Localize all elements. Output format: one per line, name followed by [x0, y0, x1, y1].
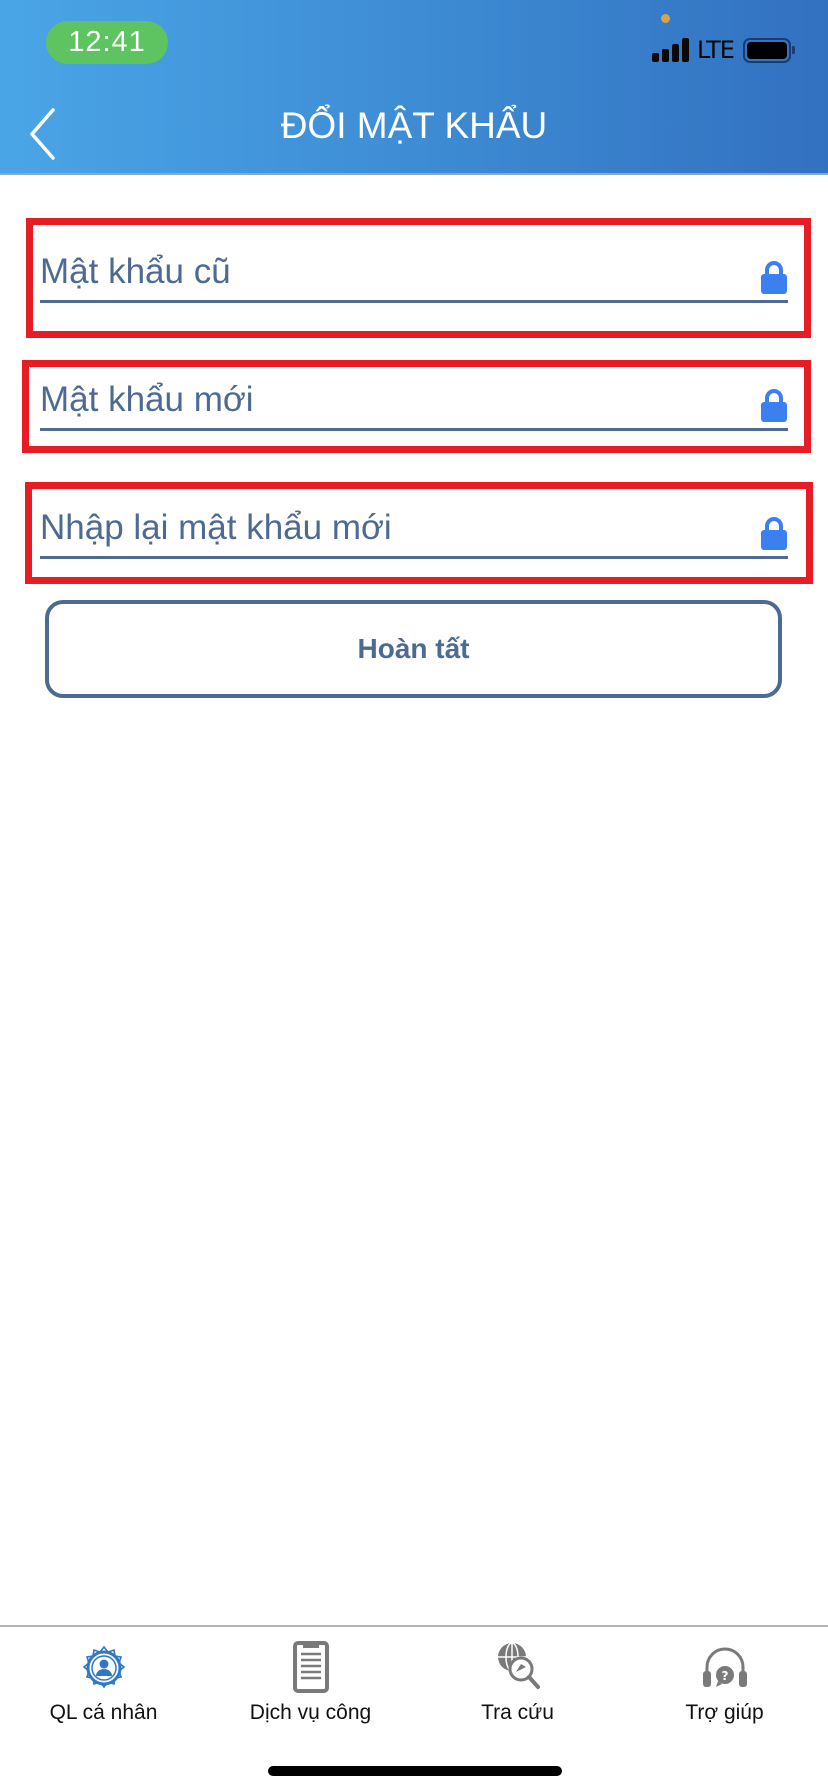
- confirm-password-field[interactable]: [40, 500, 788, 559]
- signal-strength-icon: [652, 38, 692, 62]
- confirm-password-input[interactable]: [40, 500, 720, 556]
- user-gear-icon: [82, 1645, 125, 1689]
- app-header: 12:41 LTE ĐỔI MẬT KHẨU: [0, 0, 828, 175]
- tab-personal[interactable]: QL cá nhân: [0, 1639, 207, 1734]
- clipboard-icon: [292, 1641, 329, 1693]
- home-indicator[interactable]: [268, 1766, 562, 1776]
- old-password-input[interactable]: [40, 244, 720, 300]
- svg-text:?: ?: [721, 1669, 728, 1683]
- tab-label: QL cá nhân: [49, 1701, 158, 1724]
- headset-help-icon: ?: [702, 1647, 747, 1687]
- new-password-field[interactable]: [40, 372, 788, 431]
- submit-button[interactable]: Hoàn tất: [45, 600, 782, 698]
- tab-label: Dịch vụ công: [249, 1701, 372, 1724]
- battery-tip: [792, 46, 795, 54]
- lock-icon: [761, 261, 787, 294]
- tab-help[interactable]: ? Trợ giúp: [621, 1639, 828, 1734]
- page-title: ĐỔI MẬT KHẨU: [280, 105, 548, 146]
- lock-icon: [761, 389, 787, 422]
- network-type: LTE: [697, 36, 735, 64]
- privacy-indicator-dot: [661, 14, 670, 23]
- tab-lookup[interactable]: Tra cứu: [414, 1639, 621, 1734]
- old-password-field[interactable]: [40, 244, 788, 303]
- battery-icon: [743, 38, 791, 63]
- lock-icon: [761, 517, 787, 550]
- tab-label: Tra cứu: [481, 1701, 554, 1724]
- new-password-input[interactable]: [40, 372, 720, 428]
- status-time: 12:41: [46, 21, 168, 64]
- tab-label: Trợ giúp: [685, 1701, 764, 1724]
- bottom-tab-bar: QL cá nhân Dịch vụ công Tra cứu ? Trợ gi…: [0, 1625, 828, 1735]
- tab-public-services[interactable]: Dịch vụ công: [207, 1639, 414, 1734]
- globe-search-icon: [497, 1642, 540, 1689]
